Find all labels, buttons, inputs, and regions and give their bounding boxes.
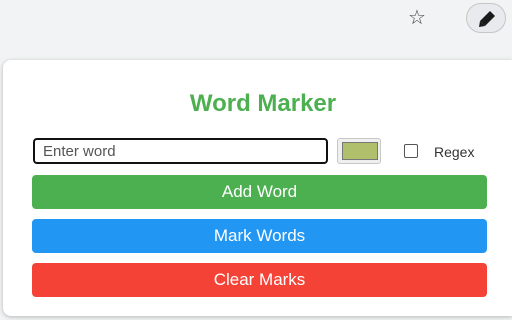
color-swatch <box>342 142 378 160</box>
color-picker[interactable] <box>337 138 381 164</box>
clear-marks-button[interactable]: Clear Marks <box>32 263 487 297</box>
star-icon[interactable]: ☆ <box>404 6 430 30</box>
add-word-button[interactable]: Add Word <box>32 175 487 209</box>
extension-popup: Word Marker Regex Add Word Mark Words Cl… <box>3 60 512 316</box>
marker-pen-icon <box>479 11 495 27</box>
extension-button[interactable] <box>466 3 506 33</box>
regex-checkbox[interactable] <box>404 144 418 158</box>
browser-toolbar: ☆ <box>0 0 512 36</box>
mark-words-button[interactable]: Mark Words <box>32 219 487 253</box>
popup-title: Word Marker <box>189 90 337 117</box>
word-input[interactable] <box>33 138 328 164</box>
regex-label: Regex <box>434 144 475 160</box>
